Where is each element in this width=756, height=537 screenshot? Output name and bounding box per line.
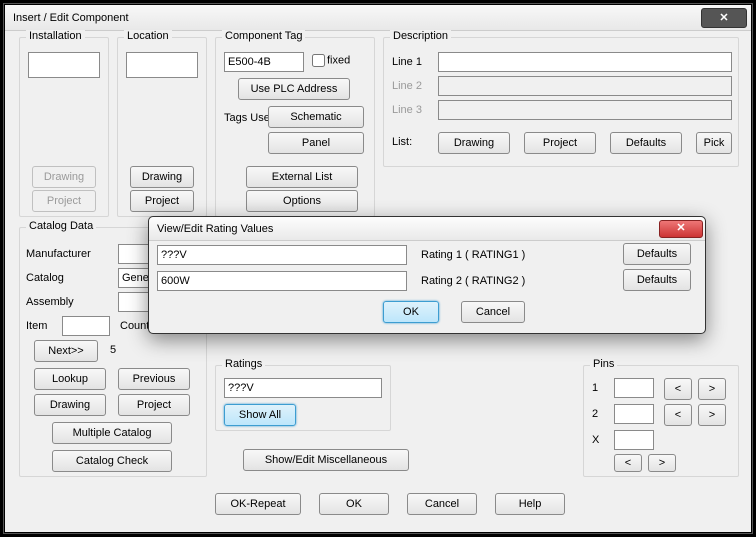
installation-input[interactable]: [28, 52, 100, 78]
ratings-input[interactable]: [224, 378, 382, 398]
ratings-label: Ratings: [222, 358, 265, 370]
pin1-input[interactable]: [614, 378, 654, 398]
installation-label: Installation: [26, 30, 85, 42]
location-drawing-button[interactable]: Drawing: [130, 166, 194, 188]
pin2-label: 2: [592, 408, 598, 420]
previous-button[interactable]: Previous: [118, 368, 190, 390]
use-plc-address-button[interactable]: Use PLC Address: [238, 78, 350, 100]
help-button[interactable]: Help: [495, 493, 565, 515]
cat-drawing-button[interactable]: Drawing: [34, 394, 106, 416]
cat-project-button[interactable]: Project: [118, 394, 190, 416]
rating2-input[interactable]: [157, 271, 407, 291]
desc-drawing-button[interactable]: Drawing: [438, 132, 510, 154]
show-edit-misc-button[interactable]: Show/Edit Miscellaneous: [243, 449, 409, 471]
fixed-checkbox[interactable]: fixed: [312, 54, 350, 67]
external-list-button[interactable]: External List: [246, 166, 358, 188]
line2-label: Line 2: [392, 80, 422, 92]
pin1-next-button[interactable]: >: [698, 378, 726, 400]
desc-pick-button[interactable]: Pick: [696, 132, 732, 154]
show-all-button[interactable]: Show All: [224, 404, 296, 426]
description-group: Description Line 1 Line 2 Line 3 List: D…: [383, 37, 739, 167]
line1-label: Line 1: [392, 56, 422, 68]
rating1-label: Rating 1 ( RATING1 ): [421, 249, 525, 261]
component-tag-input[interactable]: [224, 52, 304, 72]
catalog-check-button[interactable]: Catalog Check: [52, 450, 172, 472]
rating2-defaults-button[interactable]: Defaults: [623, 269, 691, 291]
component-tag-label: Component Tag: [222, 30, 305, 42]
desc-project-button[interactable]: Project: [524, 132, 596, 154]
line1-input[interactable]: [438, 52, 732, 72]
catalog-data-label: Catalog Data: [26, 220, 96, 232]
dialog-title: View/Edit Rating Values: [157, 223, 659, 235]
options-button[interactable]: Options: [246, 190, 358, 212]
pins-group: Pins 1 < > 2 < > X < >: [583, 365, 739, 477]
installation-group: Installation Drawing Project: [19, 37, 109, 217]
panel-button[interactable]: Panel: [268, 132, 364, 154]
titlebar: Insert / Edit Component ✕: [5, 5, 751, 31]
pin2-prev-button[interactable]: <: [664, 404, 692, 426]
pin2-next-button[interactable]: >: [698, 404, 726, 426]
list-label: List:: [392, 136, 412, 148]
pins-next-button[interactable]: >: [648, 454, 676, 472]
rating-values-dialog: View/Edit Rating Values ✕ Rating 1 ( RAT…: [148, 216, 706, 334]
item-label: Item: [26, 320, 47, 332]
pins-prev-button[interactable]: <: [614, 454, 642, 472]
pin1-prev-button[interactable]: <: [664, 378, 692, 400]
rating1-input[interactable]: [157, 245, 407, 265]
item-input[interactable]: [62, 316, 110, 336]
ok-button[interactable]: OK: [319, 493, 389, 515]
dialog-cancel-button[interactable]: Cancel: [461, 301, 525, 323]
dialog-close-icon[interactable]: ✕: [659, 220, 703, 238]
line3-input: [438, 100, 732, 120]
pin2-input[interactable]: [614, 404, 654, 424]
line2-input: [438, 76, 732, 96]
ratings-group: Ratings Show All: [215, 365, 391, 431]
pinx-input[interactable]: [614, 430, 654, 450]
dialog-ok-button[interactable]: OK: [383, 301, 439, 323]
pins-label: Pins: [590, 358, 617, 370]
rating2-label: Rating 2 ( RATING2 ): [421, 275, 525, 287]
cancel-button[interactable]: Cancel: [407, 493, 477, 515]
installation-project-button: Project: [32, 190, 96, 212]
installation-drawing-button: Drawing: [32, 166, 96, 188]
pinx-label: X: [592, 434, 599, 446]
manufacturer-label: Manufacturer: [26, 248, 91, 260]
location-label: Location: [124, 30, 172, 42]
close-icon[interactable]: ✕: [701, 8, 747, 28]
window-title: Insert / Edit Component: [9, 12, 701, 24]
pin1-label: 1: [592, 382, 598, 394]
location-group: Location Drawing Project: [117, 37, 207, 217]
schematic-button[interactable]: Schematic: [268, 106, 364, 128]
location-project-button[interactable]: Project: [130, 190, 194, 212]
count-value: 5: [110, 344, 116, 356]
rating1-defaults-button[interactable]: Defaults: [623, 243, 691, 265]
component-tag-group: Component Tag fixed Use PLC Address Tags…: [215, 37, 375, 217]
next-button[interactable]: Next>>: [34, 340, 98, 362]
assembly-label: Assembly: [26, 296, 74, 308]
desc-defaults-button[interactable]: Defaults: [610, 132, 682, 154]
catalog-label: Catalog: [26, 272, 64, 284]
line3-label: Line 3: [392, 104, 422, 116]
location-input[interactable]: [126, 52, 198, 78]
ok-repeat-button[interactable]: OK-Repeat: [215, 493, 301, 515]
multiple-catalog-button[interactable]: Multiple Catalog: [52, 422, 172, 444]
count-label: Count: [120, 320, 149, 332]
description-label: Description: [390, 30, 451, 42]
lookup-button[interactable]: Lookup: [34, 368, 106, 390]
dialog-titlebar: View/Edit Rating Values ✕: [149, 217, 705, 241]
